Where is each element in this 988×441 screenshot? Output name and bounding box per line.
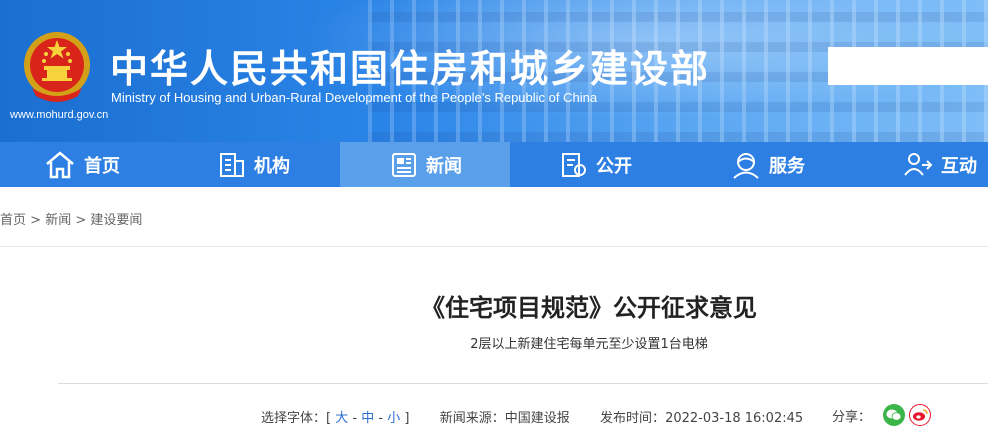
search-input[interactable] (828, 47, 988, 85)
article-title: 《住宅项目规范》公开征求意见 (421, 294, 757, 322)
nav-label: 服务 (769, 155, 805, 177)
font-large-link[interactable]: 大 (335, 411, 348, 426)
nav-label: 公开 (596, 155, 632, 177)
breadcrumb-construction-news[interactable]: 建设要闻 (90, 213, 142, 228)
breadcrumb-separator: > (75, 213, 87, 228)
divider (0, 246, 988, 247)
site-url: www.mohurd.gov.cn (10, 109, 109, 121)
font-separator: - (378, 411, 384, 426)
nav-item-disclosure[interactable]: 公开 (560, 142, 660, 187)
building-icon (220, 152, 244, 177)
divider (58, 383, 988, 384)
nav-label: 新闻 (426, 155, 462, 177)
nav-item-service[interactable]: 服务 (731, 142, 831, 187)
news-icon (392, 152, 416, 177)
nav-label: 机构 (254, 155, 290, 177)
breadcrumb-separator: > (30, 213, 42, 228)
font-medium-link[interactable]: 中 (361, 411, 374, 426)
wechat-share-icon[interactable] (883, 404, 906, 426)
source-label: 新闻来源： (439, 411, 505, 426)
share-label: 分享： (832, 409, 872, 425)
nav-label: 首页 (84, 155, 120, 177)
share-bar: 分享： (832, 404, 932, 426)
weibo-share-icon[interactable] (909, 404, 932, 426)
time-label: 发布时间： (600, 411, 666, 426)
nav-item-institutions[interactable]: 机构 (218, 142, 318, 187)
source-value: 中国建设报 (504, 411, 570, 426)
main-nav: 首页 机构 新闻 公开 服务 互动 (0, 142, 988, 187)
font-size-label: 选择字体：[ (261, 411, 332, 426)
publish-time: 2022-03-18 16:02:45 (665, 411, 804, 426)
site-title-cn[interactable]: 中华人民共和国住房和城乡建设部 (110, 38, 710, 93)
article-subtitle: 2层以上新建住宅每单元至少设置1台电梯 (470, 337, 708, 352)
interaction-icon (904, 152, 933, 176)
national-emblem-icon[interactable] (22, 30, 92, 104)
home-icon (46, 150, 74, 178)
font-size-selector: 选择字体：[ 大 - 中 - 小 ] (261, 411, 414, 426)
service-icon (733, 152, 759, 179)
breadcrumb-news[interactable]: 新闻 (45, 213, 71, 228)
nav-item-home[interactable]: 首页 (44, 142, 144, 187)
article-meta: 选择字体：[ 大 - 中 - 小 ] 新闻来源：中国建设报 发布时间：2022-… (261, 407, 803, 426)
breadcrumb: 首页 > 新闻 > 建设要闻 (0, 209, 142, 228)
breadcrumb-home[interactable]: 首页 (0, 213, 26, 228)
nav-item-news[interactable]: 新闻 (340, 142, 510, 187)
font-separator: - (352, 411, 358, 426)
nav-item-interaction[interactable]: 互动 (903, 142, 988, 187)
site-header: www.mohurd.gov.cn 中华人民共和国住房和城乡建设部 Minist… (0, 0, 988, 142)
font-small-link[interactable]: 小 (387, 411, 400, 426)
disclosure-icon (562, 152, 586, 177)
site-title-en: Ministry of Housing and Urban-Rural Deve… (111, 90, 598, 105)
nav-label: 互动 (941, 155, 977, 177)
font-size-close: ] (404, 411, 410, 426)
